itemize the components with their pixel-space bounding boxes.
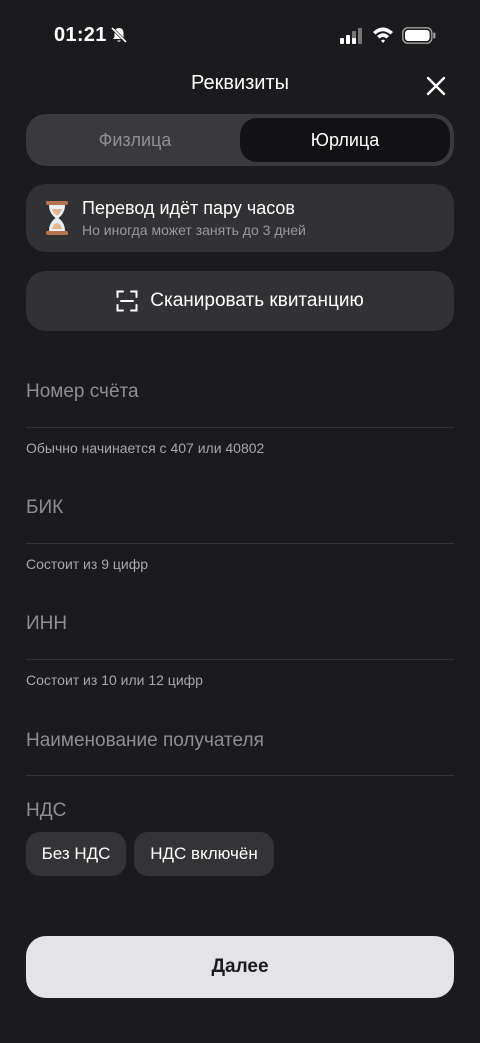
nds-option-included[interactable]: НДС включён bbox=[134, 832, 274, 876]
inn-field bbox=[26, 604, 454, 644]
entity-type-segmented-control: Физлица Юрлица bbox=[26, 114, 454, 166]
inn-hint: Состоит из 10 или 12 цифр bbox=[26, 672, 203, 688]
transfer-info-card: Перевод идёт пару часов Но иногда может … bbox=[26, 184, 454, 252]
recipient-name-field bbox=[26, 721, 454, 761]
scan-receipt-label: Сканировать квитанцию bbox=[150, 290, 364, 311]
close-icon[interactable] bbox=[420, 70, 452, 102]
scan-receipt-button[interactable]: Сканировать квитанцию bbox=[26, 271, 454, 331]
next-button[interactable]: Далее bbox=[26, 936, 454, 998]
account-number-hint: Обычно начинается с 407 или 40802 bbox=[26, 440, 265, 456]
divider bbox=[26, 659, 454, 660]
account-number-field bbox=[26, 372, 454, 412]
divider bbox=[26, 427, 454, 428]
battery-icon bbox=[402, 27, 436, 44]
info-title: Перевод идёт пару часов bbox=[82, 198, 295, 218]
hourglass-icon bbox=[46, 201, 68, 235]
nds-option-without[interactable]: Без НДС bbox=[26, 832, 126, 876]
bik-input[interactable] bbox=[26, 488, 454, 528]
tab-individual[interactable]: Физлица bbox=[30, 118, 240, 162]
bell-slash-icon bbox=[110, 26, 128, 44]
scan-frame-icon bbox=[116, 290, 138, 312]
account-number-input[interactable] bbox=[26, 372, 454, 412]
wifi-icon bbox=[373, 27, 393, 43]
inn-input[interactable] bbox=[26, 604, 454, 644]
page-title: Реквизиты bbox=[190, 72, 289, 94]
nds-label: НДС bbox=[26, 800, 67, 821]
recipient-name-input[interactable] bbox=[26, 721, 454, 761]
divider bbox=[26, 543, 454, 544]
info-subtitle: Но иногда может занять до 3 дней bbox=[82, 222, 306, 238]
divider bbox=[26, 775, 454, 776]
bik-field bbox=[26, 488, 454, 528]
status-time: 01:21 bbox=[54, 24, 107, 46]
tab-legal-entity[interactable]: Юрлица bbox=[240, 118, 450, 162]
cellular-signal-icon bbox=[340, 28, 362, 44]
status-bar: 01:21 bbox=[0, 0, 480, 70]
bik-hint: Состоит из 9 цифр bbox=[26, 556, 149, 572]
